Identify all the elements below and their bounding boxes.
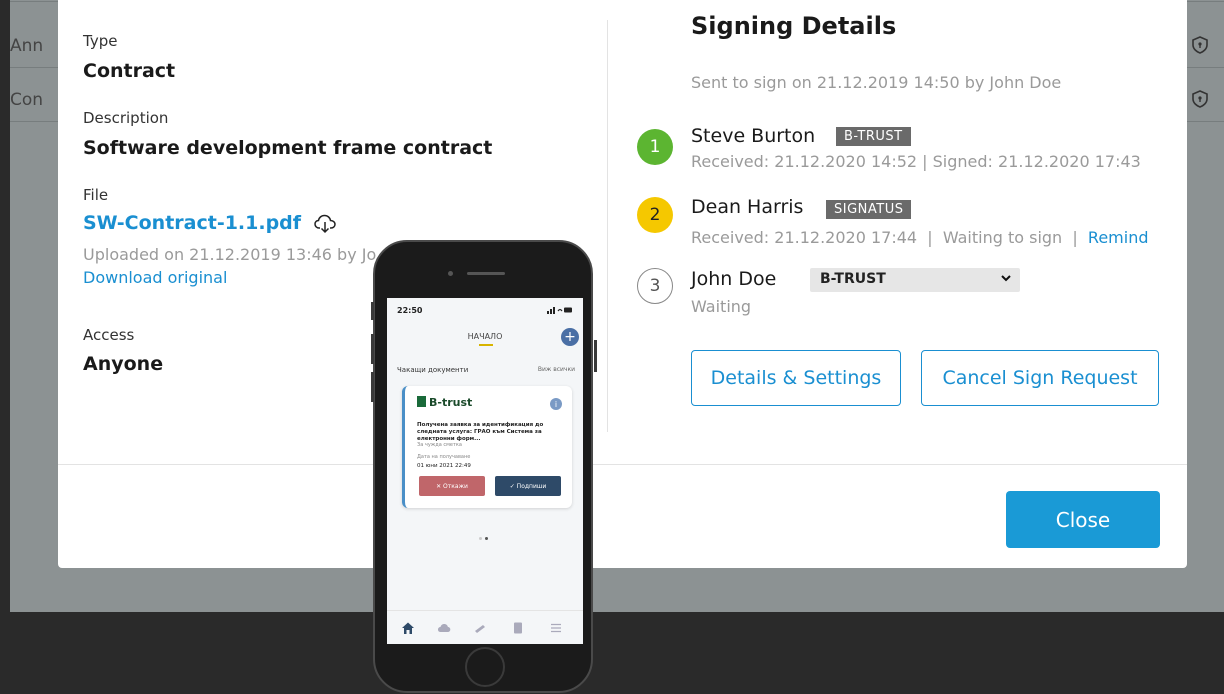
- btrust-logo-text: B-trust: [429, 396, 473, 409]
- footer-divider: [58, 464, 1187, 465]
- chevron-down-icon: [1001, 275, 1011, 282]
- cloud-download-icon[interactable]: [314, 214, 336, 234]
- phone-home-button[interactable]: [465, 647, 505, 687]
- phone-screen: 22:50 НАЧАЛО + Чакащи документи Виж всич…: [387, 298, 583, 644]
- phone-card-date-label: Дата на получаване: [417, 454, 471, 460]
- download-original-link[interactable]: Download original: [83, 268, 227, 287]
- phone-card-text: Получена заявка за идентификация до след…: [417, 422, 544, 442]
- remind-link[interactable]: Remind: [1088, 228, 1149, 247]
- access-label: Access: [83, 326, 135, 344]
- phone-camera: [448, 271, 453, 276]
- signing-details-modal: Type Contract Description Software devel…: [58, 0, 1187, 568]
- phone-page-title: НАЧАЛО: [467, 332, 503, 341]
- provider-badge: SIGNATUS: [826, 200, 912, 219]
- close-button[interactable]: Close: [1006, 491, 1160, 548]
- signer-step-1: 1: [637, 129, 673, 165]
- access-value: Anyone: [83, 353, 164, 375]
- signer-name: Steve Burton: [691, 125, 816, 147]
- background-row-label: Ann: [10, 36, 44, 56]
- phone-status-icons: [547, 306, 573, 316]
- phone-speaker: [467, 272, 505, 275]
- signer-name: John Doe: [691, 268, 777, 290]
- document-icon[interactable]: [511, 621, 525, 635]
- signer-meta: Received: 21.12.2020 14:52 | Signed: 21.…: [691, 152, 1141, 171]
- pen-icon[interactable]: [473, 621, 487, 635]
- phone-card-date: 01 юни 2021 22:49: [417, 463, 471, 469]
- provider-select-value: B-TRUST: [820, 271, 886, 287]
- phone-side-button: [371, 334, 374, 364]
- phone-side-button: [371, 372, 374, 402]
- description-label: Description: [83, 109, 169, 127]
- info-icon[interactable]: i: [550, 398, 562, 410]
- phone-pending-card[interactable]: B-trust i Получена заявка за идентификац…: [402, 386, 572, 508]
- signal-wifi-battery-icon: [547, 307, 572, 314]
- pager-dot-active: [485, 537, 488, 540]
- phone-sign-button[interactable]: ✓ Подпиши: [495, 476, 561, 496]
- phone-card-sub: За чужда сметка: [417, 442, 462, 448]
- file-label: File: [83, 186, 109, 204]
- phone-side-button: [371, 302, 374, 320]
- type-label: Type: [83, 32, 118, 50]
- phone-reject-button[interactable]: ✕ Откажи: [419, 476, 485, 496]
- details-settings-button[interactable]: Details & Settings: [691, 350, 901, 406]
- btrust-logo-mark: [417, 396, 426, 407]
- btrust-logo: B-trust: [417, 396, 472, 409]
- phone-pager-dots: [479, 525, 491, 544]
- phone-time: 22:50: [397, 306, 423, 315]
- phone-mockup: 22:50 НАЧАЛО + Чакащи документи Виж всич…: [371, 240, 597, 693]
- shield-icon: [1192, 90, 1208, 108]
- file-name-link[interactable]: SW-Contract-1.1.pdf: [83, 212, 301, 234]
- provider-badge: B-TRUST: [836, 127, 911, 146]
- signer-step-2: 2: [637, 197, 673, 233]
- uploaded-info: Uploaded on 21.12.2019 13:46 by Jo: [83, 245, 377, 264]
- shield-icon: [1192, 36, 1208, 54]
- signer-name: Dean Harris: [691, 196, 804, 218]
- signer-step-3: 3: [637, 268, 673, 304]
- description-value: Software development frame contract: [83, 137, 493, 159]
- signer-meta-text: Received: 21.12.2020 17:44 | Waiting to …: [691, 228, 1088, 247]
- background-row-label: Con: [10, 90, 44, 110]
- phone-title-underline: [479, 344, 493, 346]
- cancel-sign-request-button[interactable]: Cancel Sign Request: [921, 350, 1159, 406]
- signer-meta: Received: 21.12.2020 17:44 | Waiting to …: [691, 228, 1149, 247]
- pager-dot: [479, 537, 482, 540]
- provider-select[interactable]: B-TRUST: [810, 268, 1020, 292]
- phone-tab-bar: [387, 610, 583, 644]
- menu-icon[interactable]: [549, 621, 563, 635]
- phone-add-button[interactable]: +: [561, 328, 579, 346]
- type-value: Contract: [83, 60, 176, 82]
- signing-details-title: Signing Details: [691, 12, 897, 40]
- phone-see-all-link[interactable]: Виж всички: [538, 366, 575, 373]
- cloud-icon[interactable]: [437, 621, 451, 635]
- sent-info: Sent to sign on 21.12.2019 14:50 by John…: [691, 73, 1062, 92]
- phone-side-button: [594, 340, 597, 372]
- home-icon[interactable]: [401, 621, 415, 635]
- phone-section-title: Чакащи документи: [397, 366, 469, 374]
- signer-meta: Waiting: [691, 297, 752, 316]
- column-divider: [607, 20, 608, 432]
